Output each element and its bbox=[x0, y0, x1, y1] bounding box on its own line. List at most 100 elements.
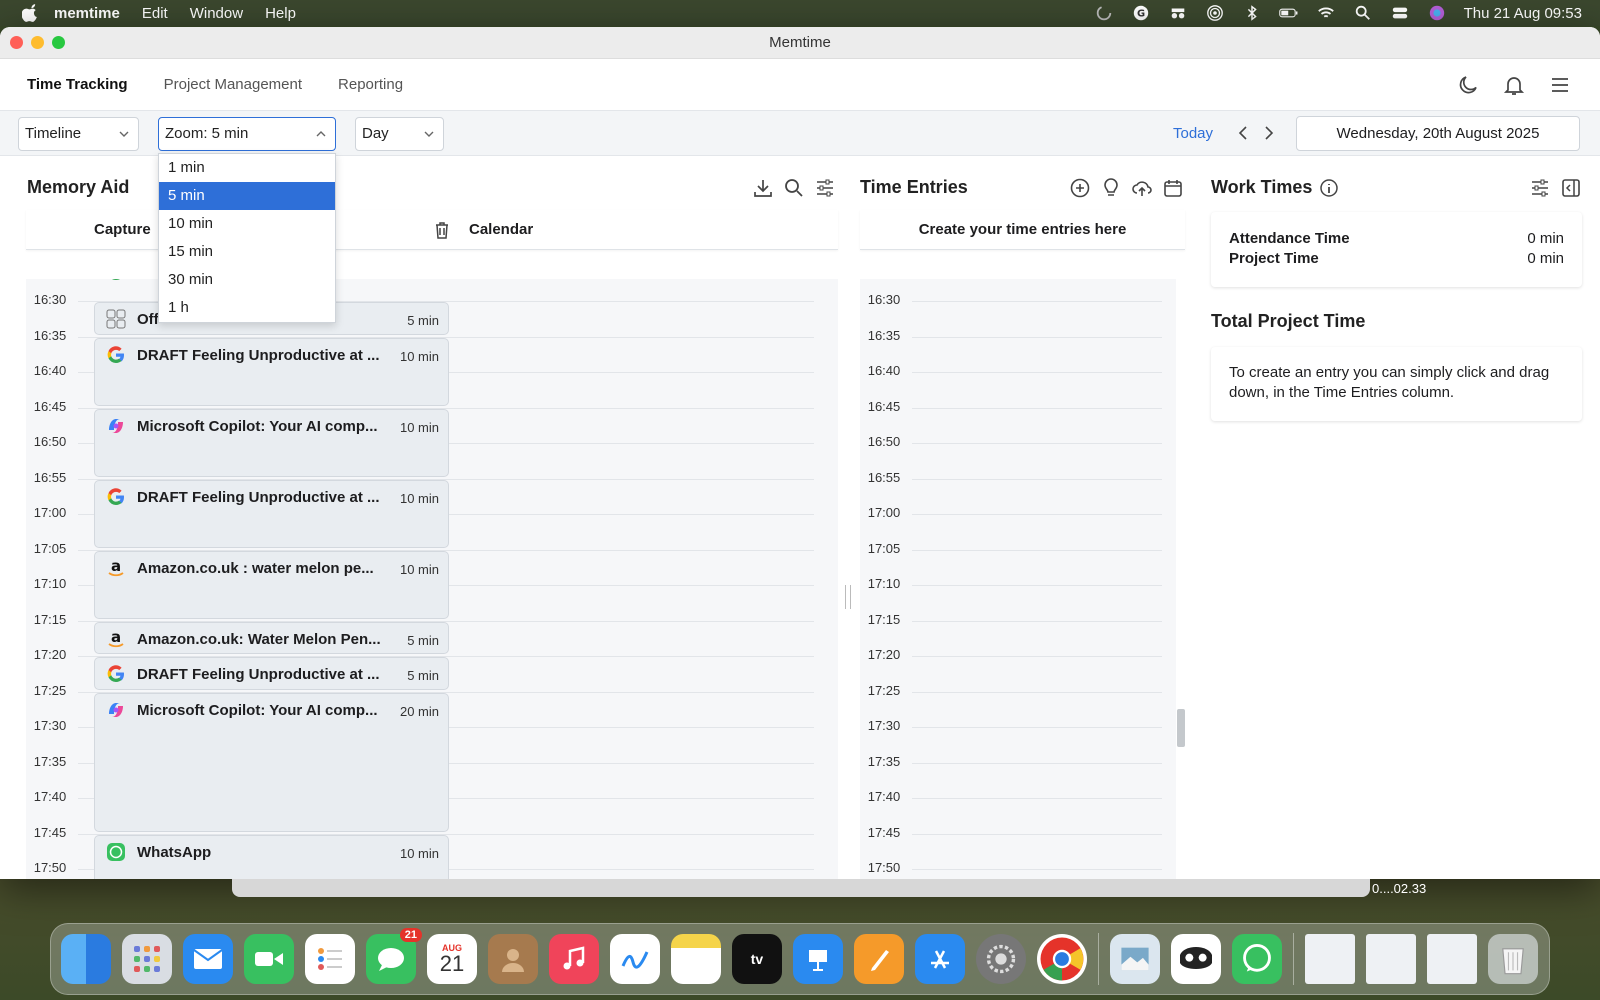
reminders-icon[interactable] bbox=[305, 934, 355, 984]
range-value: Day bbox=[362, 125, 389, 142]
timeline-time-label: 17:35 bbox=[33, 753, 67, 769]
menu-help[interactable]: Help bbox=[265, 5, 296, 22]
apple-tv-label: tv bbox=[750, 951, 764, 967]
zoom-window-button[interactable] bbox=[52, 36, 65, 49]
freeform-icon[interactable] bbox=[610, 934, 660, 984]
chevron-left-icon[interactable] bbox=[1236, 124, 1252, 142]
captured-activity-item[interactable]: DRAFT Feeling Unproductive at ... 10 min bbox=[94, 337, 449, 406]
trash-bin-icon[interactable] bbox=[1488, 934, 1538, 984]
memtime-dock-icon[interactable] bbox=[1171, 934, 1221, 984]
captured-activity-item[interactable]: Microsoft Copilot: Your AI comp... 10 min bbox=[94, 408, 449, 477]
lightbulb-icon[interactable] bbox=[1100, 177, 1122, 199]
collapse-panel-icon[interactable] bbox=[1560, 177, 1582, 199]
mail-icon[interactable] bbox=[183, 934, 233, 984]
captured-activity-item[interactable]: a Amazon.co.uk: Water Melon Pen... 5 min bbox=[94, 621, 449, 654]
date-picker[interactable]: Wednesday, 20th August 2025 bbox=[1296, 116, 1580, 151]
minimize-window-button[interactable] bbox=[31, 36, 44, 49]
contacts-icon[interactable] bbox=[488, 934, 538, 984]
timeline-gridline bbox=[912, 514, 1162, 515]
grammarly-icon[interactable]: G bbox=[1131, 4, 1151, 22]
captured-activity-item[interactable]: DRAFT Feeling Unproductive at ... 5 min bbox=[94, 657, 449, 690]
messages-icon[interactable]: 21 bbox=[366, 928, 422, 984]
timeline-gridline bbox=[912, 656, 1162, 657]
messages-badge: 21 bbox=[399, 928, 422, 942]
today-button[interactable]: Today bbox=[1173, 125, 1213, 142]
menu-edit[interactable]: Edit bbox=[142, 5, 168, 22]
tab-project-management[interactable]: Project Management bbox=[164, 76, 302, 93]
zoom-option[interactable]: 1 min bbox=[159, 154, 335, 182]
control-center-icon[interactable] bbox=[1390, 4, 1410, 22]
download-icon[interactable] bbox=[752, 177, 774, 199]
timeline-time-label: 17:45 bbox=[867, 824, 901, 840]
time-entries-timeline[interactable]: 16:30 16:35 16:40 16:45 16:50 16:55 17:00 17:05… bbox=[860, 279, 1176, 879]
apple-icon[interactable] bbox=[22, 4, 40, 22]
minimized-window-thumbnail-3[interactable] bbox=[1427, 934, 1477, 984]
view-mode-select[interactable]: Timeline bbox=[18, 117, 139, 151]
dark-mode-moon-icon[interactable] bbox=[1456, 73, 1480, 97]
add-entry-icon[interactable] bbox=[1069, 177, 1091, 199]
calendar-icon[interactable] bbox=[1162, 177, 1184, 199]
apple-tv-icon[interactable]: tv bbox=[732, 934, 782, 984]
timeline-scrollbar[interactable] bbox=[1177, 709, 1185, 747]
calendar-app-icon[interactable]: AUG 21 bbox=[427, 934, 477, 984]
incognito-icon[interactable] bbox=[1168, 4, 1188, 22]
hamburger-menu-icon[interactable] bbox=[1548, 73, 1572, 97]
search-icon[interactable] bbox=[783, 177, 805, 199]
zoom-option[interactable]: 30 min bbox=[159, 266, 335, 294]
timeline-time-label: 17:50 bbox=[33, 860, 67, 875]
battery-icon[interactable] bbox=[1278, 4, 1299, 22]
google-icon bbox=[106, 664, 126, 684]
zoom-option[interactable]: 5 min bbox=[159, 182, 335, 210]
facetime-icon[interactable] bbox=[244, 934, 294, 984]
finder-icon[interactable] bbox=[61, 934, 111, 984]
panel-resize-handle[interactable] bbox=[845, 585, 851, 609]
time-entries-header: Create your time entries here bbox=[860, 210, 1185, 250]
timeline-time-label: 17:45 bbox=[33, 824, 67, 840]
notes-icon[interactable] bbox=[671, 934, 721, 984]
notifications-bell-icon[interactable] bbox=[1502, 73, 1526, 97]
cloud-upload-icon[interactable] bbox=[1131, 177, 1153, 199]
range-select[interactable]: Day bbox=[355, 117, 444, 151]
pages-icon[interactable] bbox=[854, 934, 904, 984]
whatsapp-dock-icon[interactable] bbox=[1232, 934, 1282, 984]
trash-icon[interactable] bbox=[432, 220, 452, 240]
spotlight-search-icon[interactable] bbox=[1353, 4, 1373, 22]
wifi-icon[interactable] bbox=[1316, 4, 1336, 22]
zoom-option[interactable]: 10 min bbox=[159, 210, 335, 238]
close-window-button[interactable] bbox=[10, 36, 23, 49]
captured-activity-item[interactable]: a Amazon.co.uk : water melon pe... 10 min bbox=[94, 550, 449, 619]
chrome-icon[interactable] bbox=[1037, 934, 1087, 984]
settings-sliders-icon[interactable] bbox=[1529, 177, 1551, 199]
app-store-icon[interactable] bbox=[915, 934, 965, 984]
info-icon[interactable] bbox=[1318, 177, 1340, 199]
timeline-time-label: 16:35 bbox=[33, 327, 67, 343]
tab-time-tracking[interactable]: Time Tracking bbox=[27, 76, 128, 93]
memory-aid-timeline[interactable]: 16:30 16:35 16:40 16:45 16:50 16:55 17:00 17:05… bbox=[26, 279, 838, 879]
filter-sliders-icon[interactable] bbox=[814, 177, 836, 199]
music-icon[interactable] bbox=[549, 934, 599, 984]
keynote-icon[interactable] bbox=[793, 934, 843, 984]
minimized-window-thumbnail-1[interactable] bbox=[1305, 934, 1355, 984]
chevron-right-icon[interactable] bbox=[1260, 124, 1276, 142]
minimized-window-thumbnail-2[interactable] bbox=[1366, 934, 1416, 984]
tab-reporting[interactable]: Reporting bbox=[338, 76, 403, 93]
captured-activity-item[interactable]: Microsoft Copilot: Your AI comp... 20 min bbox=[94, 692, 449, 832]
zoom-option[interactable]: 15 min bbox=[159, 238, 335, 266]
timeline-gridline bbox=[912, 620, 1162, 622]
preview-icon[interactable] bbox=[1110, 934, 1160, 984]
zoom-select[interactable]: Zoom: 5 min bbox=[158, 117, 336, 151]
captured-activity-item[interactable]: WhatsApp 10 min bbox=[94, 834, 449, 879]
launchpad-icon[interactable] bbox=[122, 934, 172, 984]
zoom-option[interactable]: 1 h bbox=[159, 294, 335, 322]
airdrop-icon[interactable] bbox=[1205, 4, 1225, 22]
menubar-clock[interactable]: Thu 21 Aug 09:53 bbox=[1464, 5, 1582, 22]
loading-spinner-icon[interactable] bbox=[1094, 4, 1114, 22]
siri-icon[interactable] bbox=[1427, 4, 1447, 22]
system-settings-icon[interactable] bbox=[976, 934, 1026, 984]
menu-window[interactable]: Window bbox=[190, 5, 243, 22]
bluetooth-icon[interactable] bbox=[1242, 4, 1262, 22]
menu-app-name[interactable]: memtime bbox=[54, 5, 120, 22]
captured-activity-duration: 5 min bbox=[407, 668, 439, 683]
google-icon bbox=[106, 279, 126, 282]
captured-activity-item[interactable]: DRAFT Feeling Unproductive at ... 10 min bbox=[94, 479, 449, 548]
